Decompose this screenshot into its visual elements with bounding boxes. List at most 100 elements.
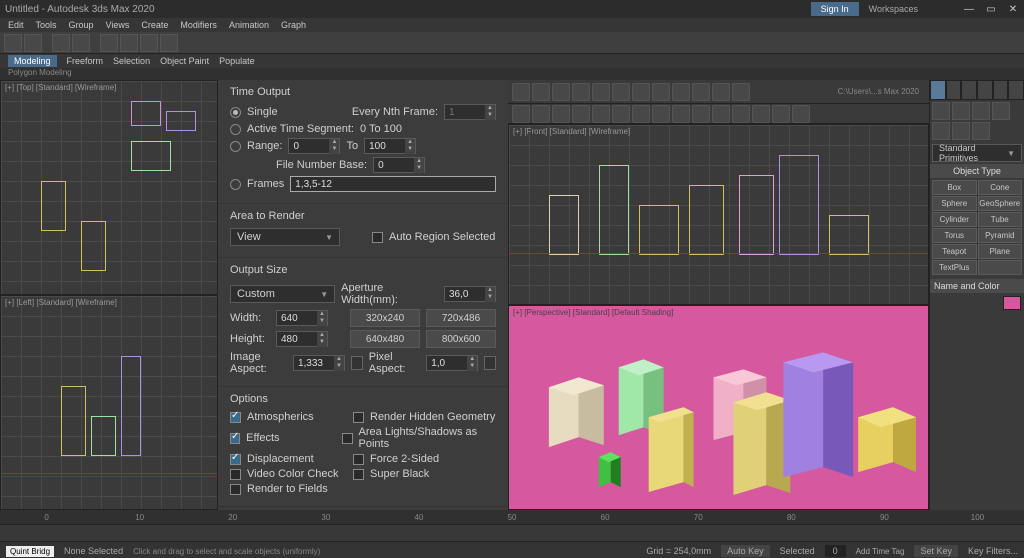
menu-group[interactable]: Group — [69, 20, 94, 30]
keyfilters-btn[interactable]: Key Filters... — [968, 546, 1018, 556]
menu-animation[interactable]: Animation — [229, 20, 269, 30]
timetag[interactable]: Add Time Tag — [856, 547, 905, 556]
rtool-2[interactable] — [532, 83, 550, 101]
setkey-btn[interactable]: Set Key — [914, 545, 958, 557]
rtool-4[interactable] — [572, 83, 590, 101]
tab-display[interactable] — [993, 80, 1009, 100]
tab-hierarchy[interactable] — [961, 80, 977, 100]
rtool2-8[interactable] — [652, 105, 670, 123]
cat-systems[interactable] — [972, 122, 990, 140]
rtool2-14[interactable] — [772, 105, 790, 123]
btn-plane[interactable]: Plane — [978, 244, 1023, 259]
selected-lbl[interactable]: Selected — [780, 546, 815, 556]
btn-tube[interactable]: Tube — [978, 212, 1023, 227]
btn-textplus[interactable]: TextPlus — [932, 260, 977, 275]
rtool-8[interactable] — [652, 83, 670, 101]
chk-rhg[interactable] — [353, 412, 364, 423]
trackbar[interactable] — [0, 524, 1024, 542]
color-swatch[interactable] — [1003, 296, 1021, 310]
tool-select[interactable] — [100, 34, 118, 52]
tool-redo[interactable] — [24, 34, 42, 52]
workspaces-label[interactable]: Workspaces — [869, 4, 918, 14]
spin-aperture[interactable] — [445, 289, 485, 300]
tab-create[interactable] — [930, 80, 946, 100]
chk-dis[interactable] — [230, 454, 241, 465]
rtool-10[interactable] — [692, 83, 710, 101]
tool-rotate[interactable] — [140, 34, 158, 52]
roll-objtype[interactable]: Object Type — [930, 164, 1024, 178]
tool-undo[interactable] — [4, 34, 22, 52]
tool-link[interactable] — [52, 34, 70, 52]
cat-space[interactable] — [952, 122, 970, 140]
rtool-1[interactable] — [512, 83, 530, 101]
rtool2-13[interactable] — [752, 105, 770, 123]
ribbon-selection[interactable]: Selection — [113, 56, 150, 66]
ribbon-modeling[interactable]: Modeling — [8, 55, 57, 67]
rtool2-4[interactable] — [572, 105, 590, 123]
btn-pyramid[interactable]: Pyramid — [978, 228, 1023, 243]
chk-auto-region[interactable] — [372, 232, 383, 243]
rtool-11[interactable] — [712, 83, 730, 101]
rtool-3[interactable] — [552, 83, 570, 101]
rtool2-12[interactable] — [732, 105, 750, 123]
rtool2-5[interactable] — [592, 105, 610, 123]
autokey-btn[interactable]: Auto Key — [721, 545, 770, 557]
rtool-6[interactable] — [612, 83, 630, 101]
btn-box[interactable]: Box — [932, 180, 977, 195]
chk-f2s[interactable] — [353, 454, 364, 465]
tool-move[interactable] — [120, 34, 138, 52]
btn-geosphere[interactable]: GeoSphere — [978, 196, 1023, 211]
rtool-9[interactable] — [672, 83, 690, 101]
preset-800[interactable]: 800x600 — [426, 330, 496, 348]
chk-eff[interactable] — [230, 433, 240, 444]
minimize-button[interactable]: — — [958, 4, 980, 15]
viewport-top[interactable]: [+] [Top] [Standard] [Wireframe] — [0, 80, 218, 295]
tab-modify[interactable] — [946, 80, 962, 100]
input-frames[interactable] — [290, 176, 496, 192]
frame-spin[interactable]: 0 — [825, 545, 846, 557]
maximize-button[interactable]: ▭ — [980, 4, 1002, 15]
rtool2-15[interactable] — [792, 105, 810, 123]
chk-sb[interactable] — [353, 469, 364, 480]
preset-640[interactable]: 640x480 — [350, 330, 420, 348]
dd-area-view[interactable]: View▼ — [230, 228, 340, 246]
spin-fnb[interactable] — [374, 160, 414, 171]
quad-menu[interactable]: Quint Bridg — [6, 546, 54, 557]
menu-modifiers[interactable]: Modifiers — [180, 20, 217, 30]
signin-button[interactable]: Sign In — [811, 2, 859, 16]
dd-stdprim[interactable]: Standard Primitives▼ — [932, 144, 1022, 162]
menu-create[interactable]: Create — [141, 20, 168, 30]
viewport-left[interactable]: [+] [Left] [Standard] [Wireframe] — [0, 295, 218, 510]
cat-shapes[interactable] — [952, 102, 970, 120]
spin-ia[interactable] — [294, 358, 334, 369]
btn-teapot[interactable]: Teapot — [932, 244, 977, 259]
ribbon-populate[interactable]: Populate — [219, 56, 255, 66]
rtool-5[interactable] — [592, 83, 610, 101]
rtool-7[interactable] — [632, 83, 650, 101]
spin-height[interactable] — [277, 334, 317, 345]
btn-cylinder[interactable]: Cylinder — [932, 212, 977, 227]
spin-range-to[interactable] — [365, 141, 405, 152]
spin-pa[interactable] — [427, 358, 467, 369]
tab-motion[interactable] — [977, 80, 993, 100]
menu-graph[interactable]: Graph — [281, 20, 306, 30]
chk-atm[interactable] — [230, 412, 241, 423]
lock-ia-icon[interactable] — [351, 356, 363, 370]
menu-tools[interactable]: Tools — [36, 20, 57, 30]
chk-vcc[interactable] — [230, 469, 241, 480]
spin-width[interactable] — [277, 313, 317, 324]
radio-single[interactable] — [230, 107, 241, 118]
ribbon-freeform[interactable]: Freeform — [67, 56, 104, 66]
cat-lights[interactable] — [972, 102, 990, 120]
rtool2-9[interactable] — [672, 105, 690, 123]
chk-rtf[interactable] — [230, 484, 241, 495]
rtool2-11[interactable] — [712, 105, 730, 123]
rtool2-7[interactable] — [632, 105, 650, 123]
btn-torus[interactable]: Torus — [932, 228, 977, 243]
tab-utils[interactable] — [1008, 80, 1024, 100]
rtool2-6[interactable] — [612, 105, 630, 123]
ribbon-objectpaint[interactable]: Object Paint — [160, 56, 209, 66]
radio-frames[interactable] — [230, 179, 241, 190]
rtool-12[interactable] — [732, 83, 750, 101]
cat-geom[interactable] — [932, 102, 950, 120]
